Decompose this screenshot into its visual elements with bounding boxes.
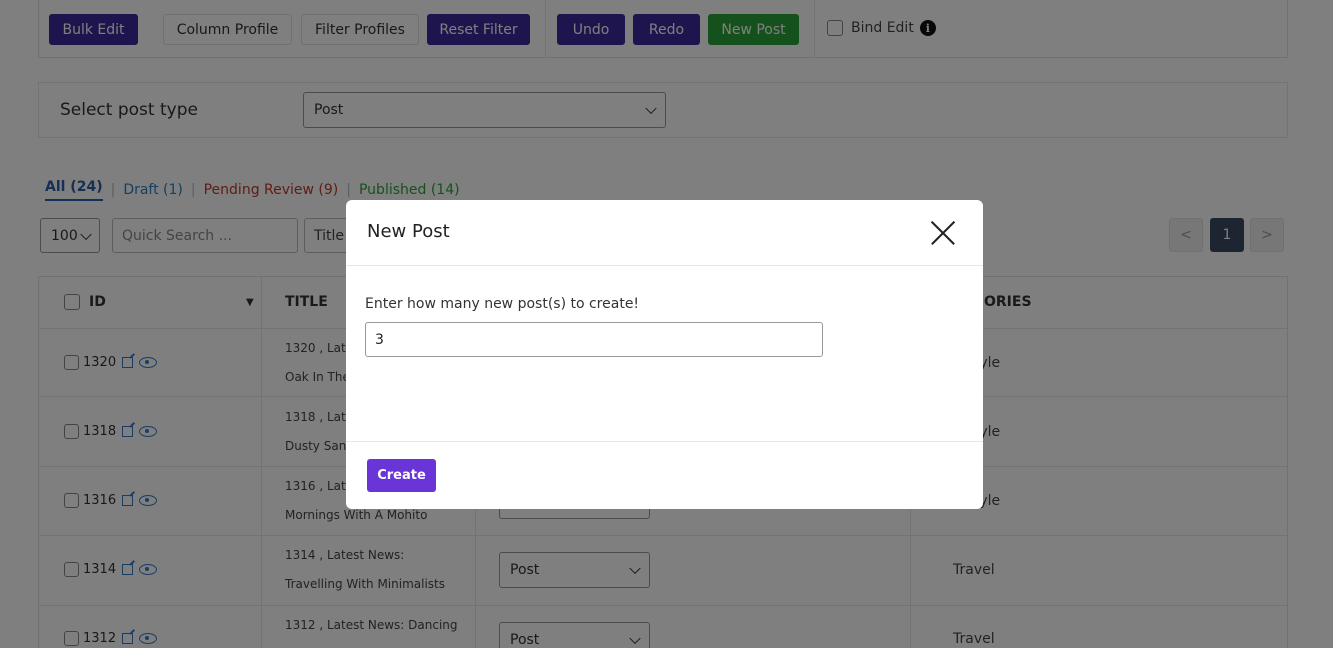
modal-footer-divider xyxy=(346,441,983,442)
modal-header-divider xyxy=(346,265,983,266)
modal-title: New Post xyxy=(367,221,450,242)
create-button[interactable]: Create xyxy=(367,459,436,492)
new-post-modal: New Post Enter how many new post(s) to c… xyxy=(346,200,983,509)
close-icon[interactable] xyxy=(929,219,957,247)
post-count-input[interactable]: 3 xyxy=(365,322,823,357)
post-count-label: Enter how many new post(s) to create! xyxy=(365,296,640,312)
